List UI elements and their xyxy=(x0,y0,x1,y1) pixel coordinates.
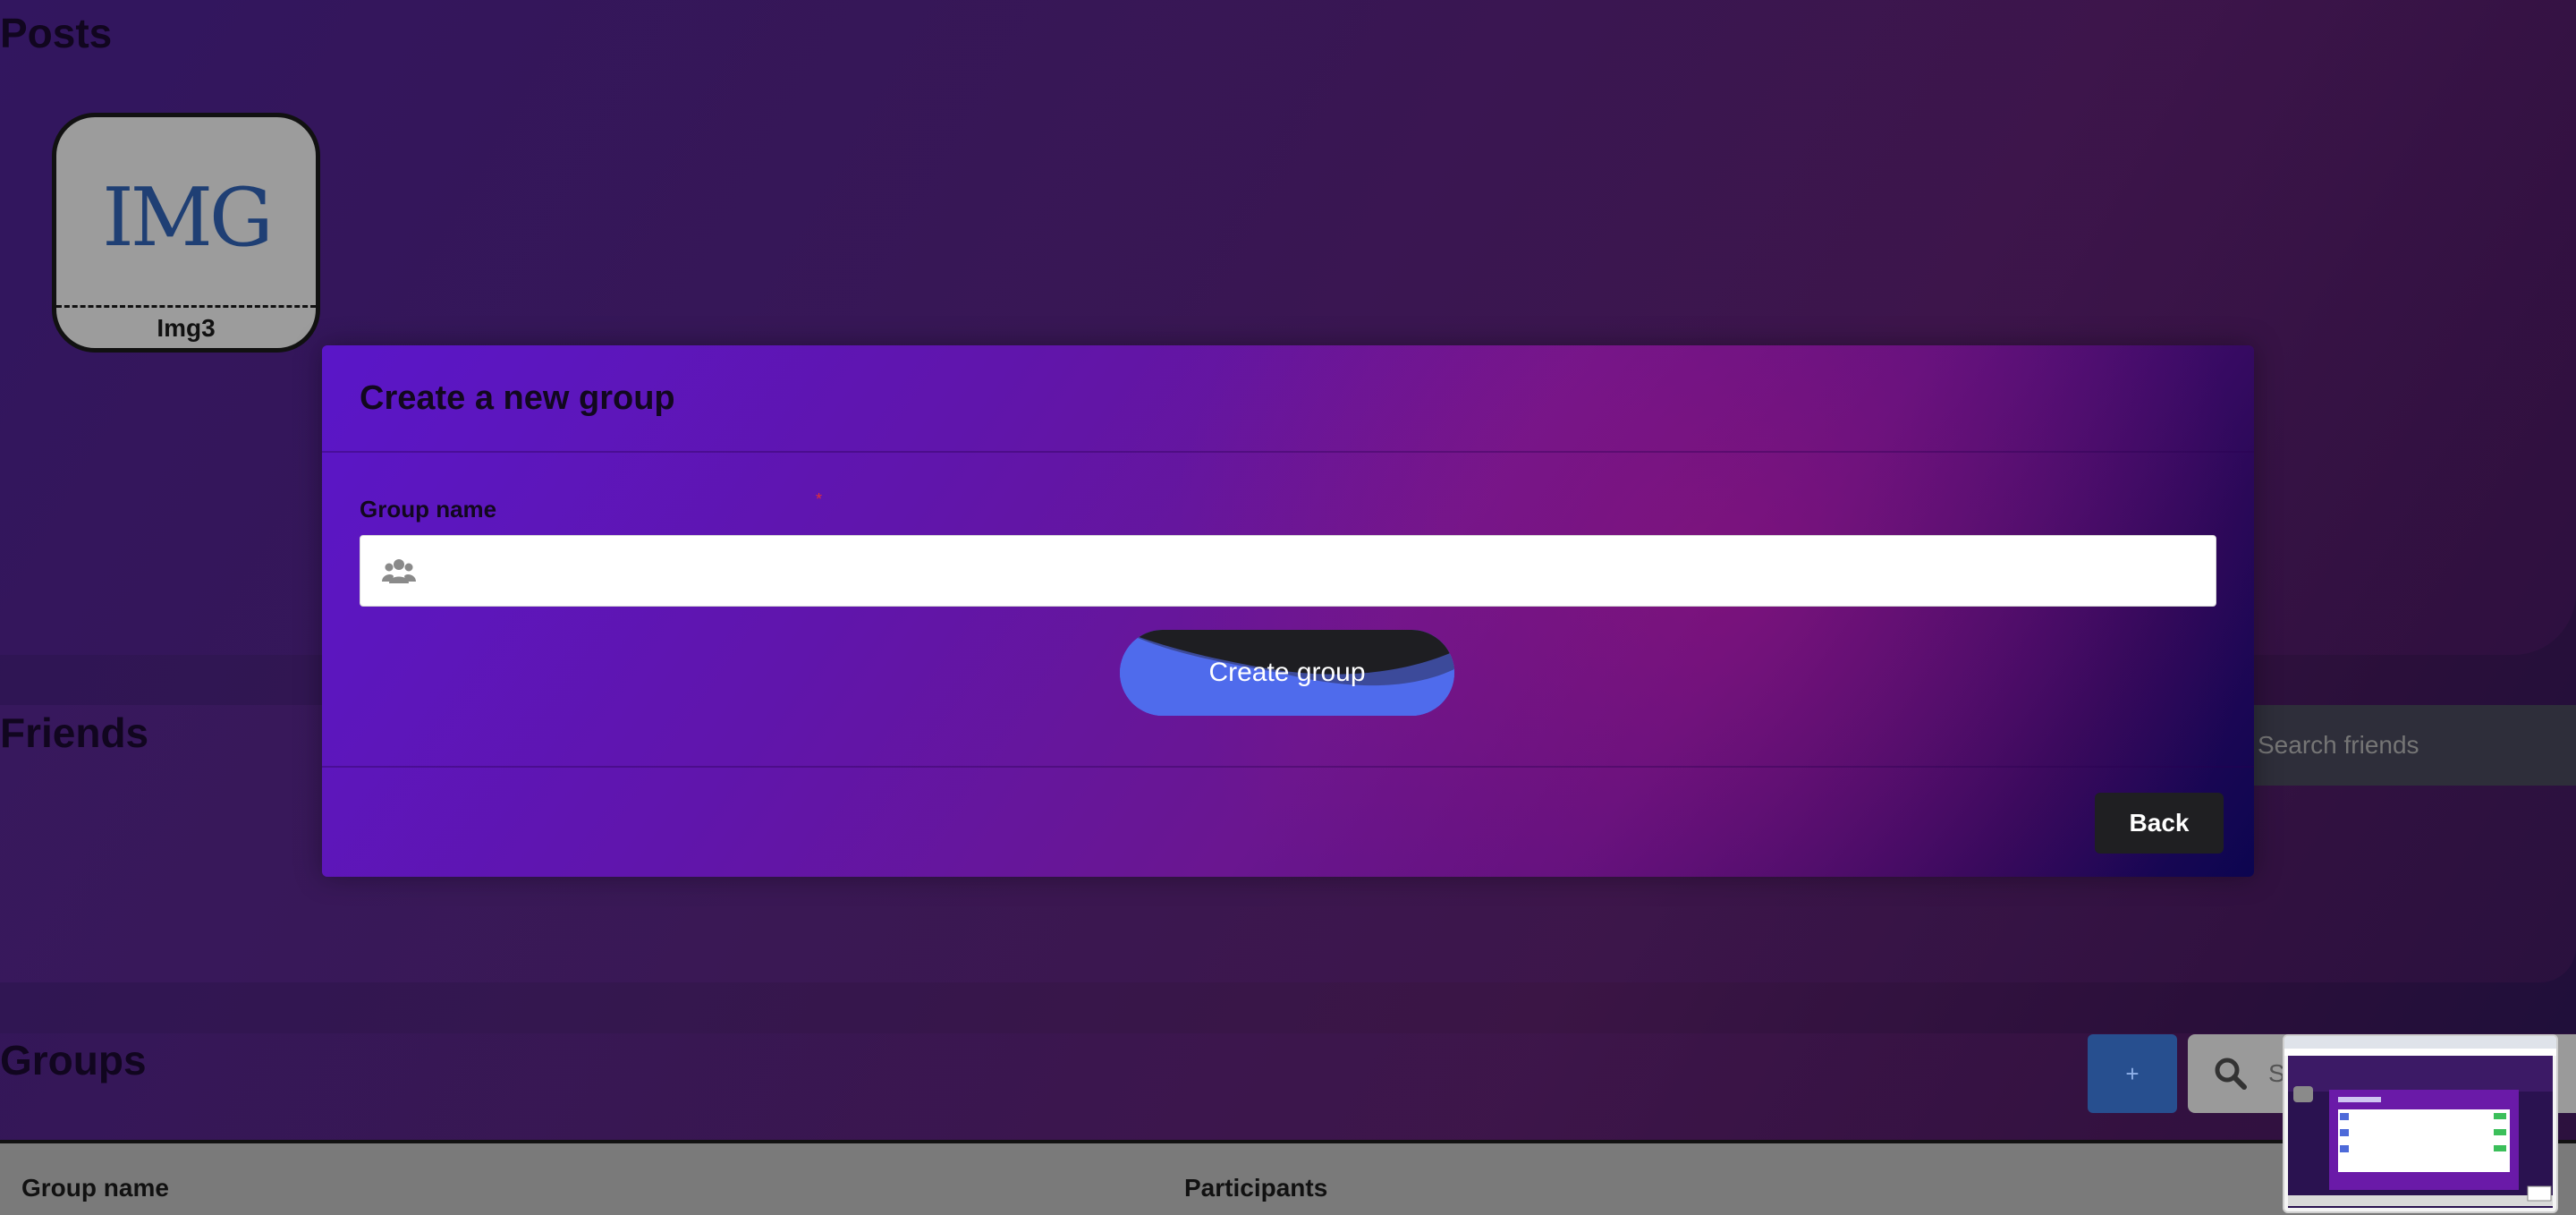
friends-search-input[interactable] xyxy=(2243,705,2576,786)
create-group-modal: Create a new group Group name * Create g… xyxy=(322,345,2254,877)
screen-thumbnail[interactable] xyxy=(2283,1034,2558,1213)
create-group-label: Create group xyxy=(1208,658,1366,687)
friends-title: Friends xyxy=(0,709,149,756)
add-group-button[interactable]: + xyxy=(2088,1034,2177,1113)
thumbnail-preview xyxy=(2284,1036,2556,1208)
search-icon xyxy=(2215,1058,2247,1090)
modal-footer-divider xyxy=(322,766,2254,768)
column-participants: Participants xyxy=(1184,1174,1328,1202)
modal-header-divider xyxy=(322,451,2254,453)
column-group-name: Group name xyxy=(21,1174,169,1202)
create-group-button[interactable]: Create group xyxy=(1120,630,1454,716)
post-card[interactable]: IMG Img3 xyxy=(52,113,320,353)
posts-title: Posts xyxy=(0,10,113,56)
users-icon xyxy=(382,559,416,583)
groups-title: Groups xyxy=(0,1037,147,1083)
post-image: IMG xyxy=(102,171,274,265)
groups-table-header: Group name Participants xyxy=(0,1140,2576,1215)
post-caption: Img3 xyxy=(157,314,216,342)
modal-title: Create a new group xyxy=(360,379,675,417)
required-marker: * xyxy=(816,490,823,508)
caption-divider xyxy=(56,305,316,308)
group-name-input[interactable] xyxy=(360,535,2216,607)
group-name-label: Group name xyxy=(360,496,497,523)
back-button[interactable]: Back xyxy=(2095,793,2224,854)
